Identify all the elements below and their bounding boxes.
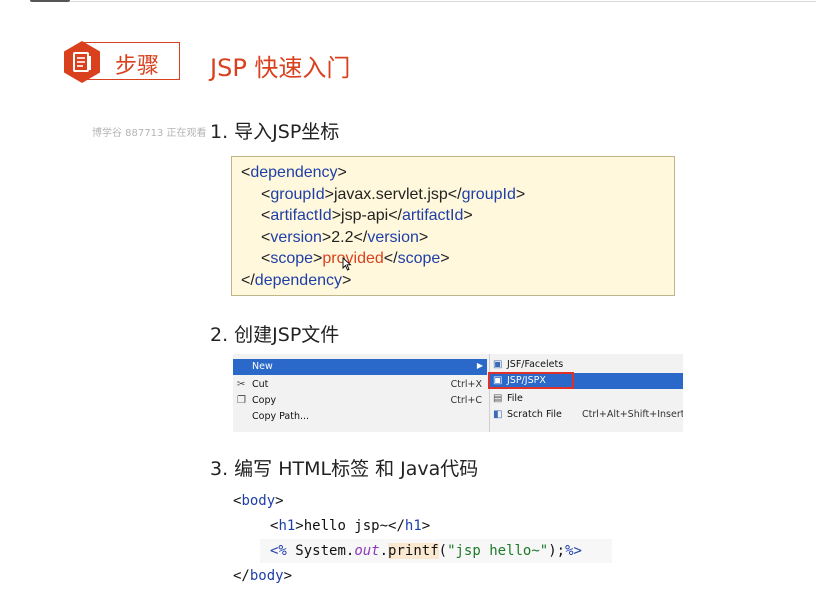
code-method: printf bbox=[388, 543, 439, 559]
submenu-item-file[interactable]: ▤ File bbox=[490, 391, 683, 407]
code-tag: h1 bbox=[278, 518, 296, 534]
code-tag: h1 bbox=[404, 518, 422, 534]
xml-tag: dependency bbox=[254, 271, 342, 289]
submenu-item-jsf-facelets[interactable]: ▣ JSF/Facelets bbox=[490, 357, 683, 373]
menu-item-label: Copy bbox=[252, 395, 277, 406]
watermark: 博学谷 887713 正在观看 bbox=[92, 128, 207, 139]
step-2-heading: 2. 创建JSP文件 bbox=[210, 324, 340, 346]
xml-value: javax.servlet.jsp bbox=[333, 185, 448, 203]
code-text: hello jsp~ bbox=[303, 518, 389, 534]
context-menu: New ▶ ✂ Cut Ctrl+X ❐ Copy Ctrl+C Copy Pa… bbox=[233, 354, 487, 432]
jsp-close-delimiter: %> bbox=[565, 543, 582, 559]
badge-label: 步骤 bbox=[115, 54, 160, 79]
code-string: "jsp hello~" bbox=[447, 543, 549, 559]
menu-item-shortcut: Ctrl+C bbox=[450, 395, 483, 406]
top-bar-tab bbox=[30, 0, 70, 2]
submenu-item-label: Scratch File bbox=[507, 409, 562, 420]
scissors-icon: ✂ bbox=[237, 379, 246, 390]
code-tag: body bbox=[249, 568, 284, 584]
menu-item-copy-path[interactable]: Copy Path... bbox=[233, 409, 487, 425]
highlight-box bbox=[488, 372, 574, 389]
submenu-item-label: JSF/Facelets bbox=[507, 359, 564, 370]
top-bar-divider bbox=[70, 1, 816, 2]
xml-tag: artifactId bbox=[270, 207, 332, 224]
mouse-cursor-icon bbox=[342, 257, 352, 271]
document-icon bbox=[64, 41, 100, 83]
xml-value: 2.2 bbox=[331, 228, 354, 246]
step-badge: 步骤 bbox=[60, 40, 182, 84]
code-tag: body bbox=[241, 493, 276, 509]
xml-value: jsp-api bbox=[341, 207, 389, 224]
code-text: System. bbox=[295, 543, 355, 559]
menu-item-copy[interactable]: ❐ Copy Ctrl+C bbox=[233, 393, 487, 409]
code-line-body-open: <body> bbox=[233, 493, 284, 509]
code-field: out bbox=[354, 543, 380, 559]
xml-tag: version bbox=[367, 228, 419, 246]
xml-dependency-box: <dependency> <groupId>javax.servlet.jsp<… bbox=[231, 156, 675, 296]
xml-tag: groupId bbox=[270, 185, 325, 203]
menu-item-label: New bbox=[252, 361, 273, 372]
scratch-file-icon: ◧ bbox=[493, 409, 503, 420]
menu-item-label: Copy Path... bbox=[252, 411, 310, 422]
menu-item-shortcut: Ctrl+X bbox=[450, 379, 482, 390]
xml-line-artifactid: <artifactId>jsp-api</artifactId> bbox=[261, 207, 473, 224]
ide-context-menu-screenshot: New ▶ ✂ Cut Ctrl+X ❐ Copy Ctrl+C Copy Pa… bbox=[233, 354, 683, 432]
submenu-item-label: File bbox=[507, 393, 523, 404]
xml-tag: artifactId bbox=[401, 207, 464, 224]
xml-value: provided bbox=[322, 250, 384, 267]
xml-tag: dependency bbox=[250, 164, 338, 181]
code-line-body-close: </body> bbox=[233, 568, 293, 584]
xml-line-groupid: <groupId>javax.servlet.jsp</groupId> bbox=[261, 185, 526, 203]
step-1-heading: 1. 导入JSP坐标 bbox=[210, 121, 340, 143]
xml-line-dependency-open: <dependency> bbox=[241, 164, 347, 181]
submenu-arrow-icon: ▶ bbox=[476, 361, 483, 370]
xml-tag: scope bbox=[270, 250, 314, 267]
copy-icon: ❐ bbox=[237, 395, 246, 406]
xml-tag: scope bbox=[397, 250, 441, 267]
xml-tag: version bbox=[270, 228, 322, 246]
menu-item-cut[interactable]: ✂ Cut Ctrl+X bbox=[233, 377, 487, 393]
code-line-h1: <h1>hello jsp~</h1> bbox=[270, 518, 431, 534]
jsp-open-delimiter: <% bbox=[270, 543, 287, 559]
menu-item-label: Cut bbox=[252, 379, 269, 390]
jsf-file-icon: ▣ bbox=[493, 359, 503, 370]
submenu-item-shortcut: Ctrl+Alt+Shift+Insert bbox=[582, 409, 683, 420]
page-title: JSP 快速入门 bbox=[210, 54, 351, 82]
xml-line-version: <version>2.2</version> bbox=[261, 228, 429, 246]
xml-tag: groupId bbox=[461, 185, 516, 203]
step-3-heading: 3. 编写 HTML标签 和 Java代码 bbox=[210, 458, 479, 480]
submenu-item-scratch-file[interactable]: ◧ Scratch File Ctrl+Alt+Shift+Insert bbox=[490, 407, 683, 423]
new-submenu: ▣ JSF/Facelets ▣ JSP/JSPX ▤ File ◧ Scrat… bbox=[489, 354, 683, 432]
xml-line-scope: <scope>provided</scope> bbox=[261, 250, 450, 267]
file-icon: ▤ bbox=[493, 393, 503, 404]
code-line-scriptlet: <% System.out.printf("jsp hello~");%> bbox=[270, 543, 582, 559]
xml-line-dependency-close: </dependency> bbox=[241, 271, 352, 289]
menu-item-new[interactable]: New ▶ bbox=[233, 359, 487, 375]
top-bar bbox=[0, 0, 816, 3]
